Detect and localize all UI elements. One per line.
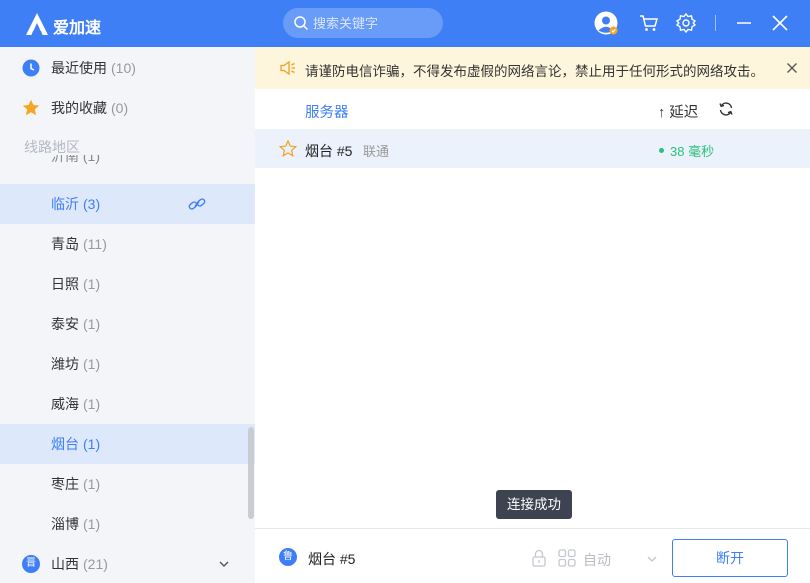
main-panel: 请谨防电信诈骗，不得发布虚假的网络言论，禁止用于任何形式的网络攻击。 服务器 ↑… bbox=[255, 47, 810, 583]
sidebar-item-partial: 沂南 (1) bbox=[51, 155, 100, 164]
notice-text: 请谨防电信诈骗，不得发布虚假的网络言论，禁止用于任何形式的网络攻击。 bbox=[305, 64, 764, 79]
sidebar-item-count: (21) bbox=[83, 556, 108, 572]
sidebar-item-city[interactable]: 威海 (1) bbox=[0, 384, 255, 424]
sidebar-item-count: (3) bbox=[83, 196, 101, 212]
sidebar-item-label: 我的收藏 bbox=[51, 100, 107, 116]
server-latency: 38 毫秒 bbox=[659, 141, 714, 160]
sidebar-item-label: 日照 bbox=[51, 276, 79, 292]
status-tooltip: 连接成功 bbox=[496, 490, 572, 519]
sidebar-item-city[interactable]: 青岛 (11) bbox=[0, 224, 255, 264]
search-box[interactable] bbox=[283, 8, 443, 38]
status-dot bbox=[659, 148, 664, 154]
sidebar-item-city[interactable]: 日照 (1) bbox=[0, 264, 255, 304]
mode-grid-icon[interactable] bbox=[558, 549, 576, 567]
chevron-down-icon[interactable] bbox=[647, 554, 657, 564]
server-isp: 联通 bbox=[363, 144, 390, 159]
favorite-star-icon[interactable] bbox=[279, 140, 297, 158]
sidebar-item-city[interactable]: 淄博 (1) bbox=[0, 504, 255, 544]
sidebar-item-city[interactable]: 泰安 (1) bbox=[0, 304, 255, 344]
clock-icon bbox=[22, 59, 40, 77]
sidebar-item-label: 青岛 bbox=[51, 236, 79, 252]
minimize-icon[interactable] bbox=[733, 12, 755, 34]
connection-footer: 鲁 烟台 #5 自动 断开 bbox=[255, 528, 810, 583]
title-bar: 爱加速 bbox=[0, 0, 810, 47]
sidebar-item-label: 山西 bbox=[51, 556, 79, 572]
sidebar-item-label: 临沂 bbox=[51, 196, 79, 212]
sidebar-item-count: (1) bbox=[83, 476, 101, 492]
column-latency-sort[interactable]: ↑ 延迟 bbox=[658, 101, 698, 122]
column-server[interactable]: 服务器 bbox=[305, 101, 349, 122]
section-title-regions: 线路地区 bbox=[24, 139, 80, 155]
sidebar-item-province[interactable]: 晋 山西 (21) bbox=[0, 544, 255, 583]
user-avatar-icon[interactable] bbox=[594, 11, 618, 35]
sidebar-item-count: (1) bbox=[83, 316, 101, 332]
sidebar-item-count: (0) bbox=[111, 100, 129, 116]
notice-close-icon[interactable] bbox=[786, 62, 798, 74]
search-icon bbox=[294, 16, 309, 31]
search-input[interactable] bbox=[313, 13, 433, 33]
star-icon bbox=[22, 99, 40, 116]
settings-icon[interactable] bbox=[675, 12, 697, 34]
server-name: 烟台 #5 bbox=[305, 143, 353, 159]
app-logo-icon bbox=[26, 13, 48, 35]
region-badge: 鲁 bbox=[279, 548, 297, 566]
sidebar-item-label: 枣庄 bbox=[51, 476, 79, 492]
sidebar: 最近使用 (10) 我的收藏 (0) 线路地区 沂南 (1) 临沂 (3) 青岛 (11… bbox=[0, 47, 255, 583]
cart-icon[interactable] bbox=[638, 12, 660, 34]
sidebar-item-city[interactable]: 潍坊 (1) bbox=[0, 344, 255, 384]
sidebar-item-city[interactable]: 烟台 (1) bbox=[0, 424, 255, 464]
current-server: 烟台 #5 bbox=[308, 551, 356, 567]
lock-icon[interactable] bbox=[531, 549, 547, 567]
notice-banner: 请谨防电信诈骗，不得发布虚假的网络言论，禁止用于任何形式的网络攻击。 bbox=[255, 47, 810, 89]
sidebar-item-count: (1) bbox=[83, 436, 101, 452]
sidebar-item-count: (1) bbox=[83, 276, 101, 292]
sidebar-item-label: 威海 bbox=[51, 396, 79, 412]
sidebar-item-label: 潍坊 bbox=[51, 356, 79, 372]
disconnect-button[interactable]: 断开 bbox=[672, 539, 788, 577]
sidebar-item-count: (1) bbox=[83, 396, 101, 412]
sidebar-item-city[interactable]: 枣庄 (1) bbox=[0, 464, 255, 504]
sidebar-item-recent[interactable]: 最近使用 (10) bbox=[0, 48, 255, 88]
sidebar-item-favorites[interactable]: 我的收藏 (0) bbox=[0, 88, 255, 128]
sidebar-item-count: (1) bbox=[83, 516, 101, 532]
sidebar-item-label: 泰安 bbox=[51, 316, 79, 332]
sidebar-item-label: 烟台 bbox=[51, 436, 79, 452]
close-icon[interactable] bbox=[769, 12, 791, 34]
sidebar-item-city[interactable]: 临沂 (3) bbox=[0, 184, 255, 224]
sidebar-item-label: 淄博 bbox=[51, 516, 79, 532]
province-badge: 晋 bbox=[22, 555, 40, 573]
server-row[interactable]: 烟台 #5 联通 38 毫秒 bbox=[255, 129, 810, 168]
sidebar-scrollbar[interactable] bbox=[248, 427, 254, 519]
chevron-down-icon[interactable] bbox=[218, 558, 230, 570]
titlebar-separator bbox=[715, 15, 716, 31]
app-name: 爱加速 bbox=[53, 20, 102, 37]
server-latency-value: 38 毫秒 bbox=[670, 144, 715, 159]
speaker-icon bbox=[280, 60, 295, 76]
mode-select[interactable]: 自动 bbox=[583, 550, 611, 570]
sidebar-item-count: (10) bbox=[111, 60, 136, 76]
link-icon[interactable] bbox=[187, 195, 207, 213]
refresh-icon[interactable] bbox=[718, 101, 734, 117]
server-list-header: 服务器 ↑ 延迟 bbox=[255, 89, 810, 129]
sidebar-item-count: (11) bbox=[83, 236, 107, 252]
sidebar-item-label: 最近使用 bbox=[51, 60, 107, 76]
sidebar-item-count: (1) bbox=[83, 356, 101, 372]
